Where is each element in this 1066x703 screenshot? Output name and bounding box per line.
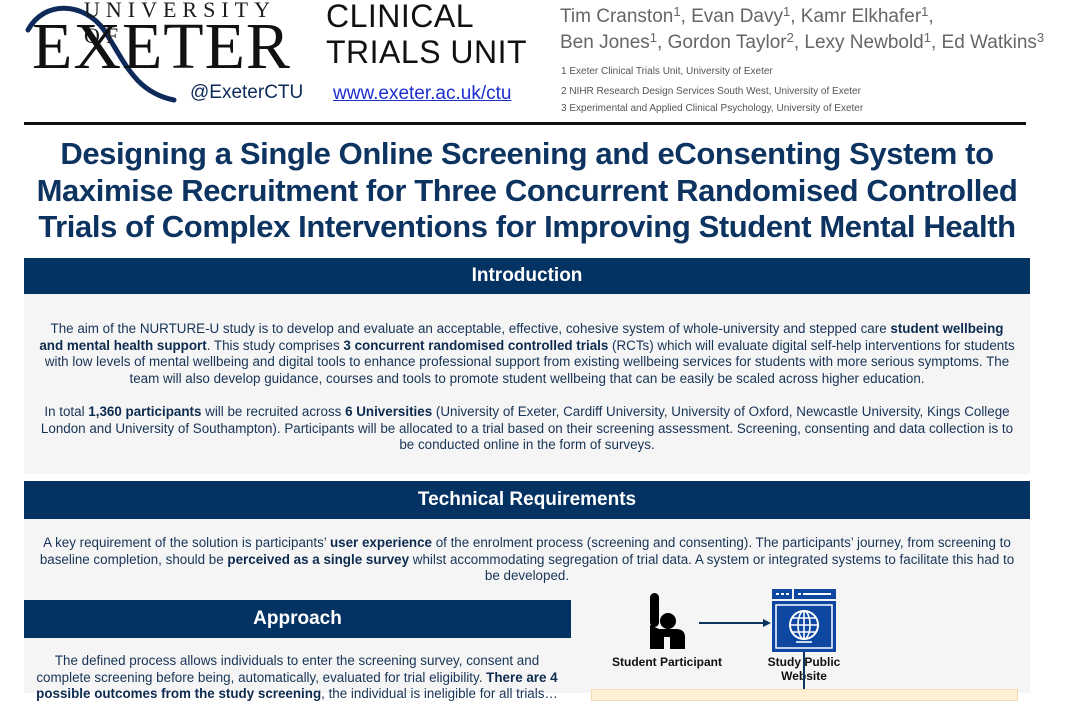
author-name: Lexy Newbold: [804, 32, 924, 53]
emphasis-text: 1,360 participants: [88, 404, 202, 419]
technical-heading: Technical Requirements: [417, 489, 637, 510]
author-name: Ben Jones: [560, 32, 650, 53]
logo-exeter: EXETER: [32, 10, 291, 83]
approach-header: Approach: [24, 600, 571, 638]
web-browser-globe-icon: [772, 589, 836, 652]
connector-line: [803, 652, 805, 693]
flow-box: [591, 689, 1018, 701]
body-text: A key requirement of the solution is par…: [43, 535, 330, 550]
emphasis-text: 6 Universities: [345, 404, 433, 419]
body-text: whilst accommodating segregation of tria…: [409, 551, 1015, 584]
arrow-right-icon: [699, 619, 771, 627]
author-name: Evan Davy: [691, 6, 783, 27]
affiliation-1: 1 Exeter Clinical Trials Unit, Universit…: [561, 66, 773, 77]
unit-title-line1: CLINICAL: [326, 0, 475, 34]
author-line: Ben Jones1, Gordon Taylor2, Lexy Newbold…: [560, 30, 1045, 53]
approach-paragraph: The defined process allows individuals t…: [36, 653, 558, 703]
author-affiliation-mark: 2: [786, 30, 794, 45]
author-affiliation-mark: 3: [1036, 30, 1045, 45]
emphasis-text: 3 concurrent randomised controlled trial…: [343, 337, 609, 353]
introduction-heading: Introduction: [471, 265, 583, 286]
body-text: In total: [44, 404, 89, 419]
author-affiliation-mark: 1: [783, 4, 791, 19]
body-text: The aim of the NURTURE-U study is to dev…: [50, 321, 891, 336]
affiliation-2: 2 NIHR Research Design Services South We…: [561, 86, 861, 97]
emphasis-text: perceived as a single survey: [227, 551, 410, 567]
author-line: Tim Cranston1, Evan Davy1, Kamr Elkhafer…: [560, 4, 934, 27]
author-affiliation-mark: 1: [921, 4, 929, 19]
approach-heading: Approach: [253, 608, 342, 629]
introduction-paragraph-2: In total 1,360 participants will be recr…: [38, 404, 1016, 454]
introduction-header: Introduction: [24, 258, 1030, 294]
raised-hand-person-icon: [650, 593, 685, 649]
author-affiliation-mark: 1: [673, 4, 681, 19]
student-participant-label: Student Participant: [612, 655, 723, 669]
technical-header: Technical Requirements: [24, 481, 1030, 519]
author-name: Kamr Elkhafer: [800, 6, 922, 27]
author-list: Tim Cranston1, Evan Davy1, Kamr Elkhafer…: [560, 4, 1044, 56]
body-text: , the individual is ineligible for all t…: [321, 686, 558, 702]
unit-website-link[interactable]: www.exeter.ac.uk/ctu: [333, 83, 511, 105]
author-name: Tim Cranston: [560, 6, 674, 27]
body-text: . This study comprises: [206, 337, 344, 353]
technical-paragraph: A key requirement of the solution is par…: [38, 535, 1016, 585]
introduction-paragraph-1: The aim of the NURTURE-U study is to dev…: [38, 321, 1016, 387]
twitter-handle[interactable]: @ExeterCTU: [190, 82, 303, 104]
university-logo: UNIVERSITY OF EXETER @ExeterCTU: [0, 0, 303, 110]
unit-title-line2: TRIALS UNIT: [326, 34, 528, 70]
body-text: The defined process allows individuals t…: [36, 653, 540, 685]
author-affiliation-mark: 1: [923, 30, 931, 45]
poster-title: Designing a Single Online Screening and …: [36, 136, 1018, 244]
author-name: Gordon Taylor: [667, 32, 787, 53]
header-divider: [24, 122, 1026, 125]
body-text: will be recruited across: [201, 404, 346, 419]
author-name: Ed Watkins: [941, 32, 1037, 53]
author-affiliation-mark: 1: [649, 30, 658, 45]
affiliation-3: 3 Experimental and Applied Clinical Psyc…: [561, 103, 864, 114]
unit-title: CLINICAL TRIALS UNIT: [326, 0, 527, 70]
emphasis-text: user experience: [329, 535, 432, 550]
